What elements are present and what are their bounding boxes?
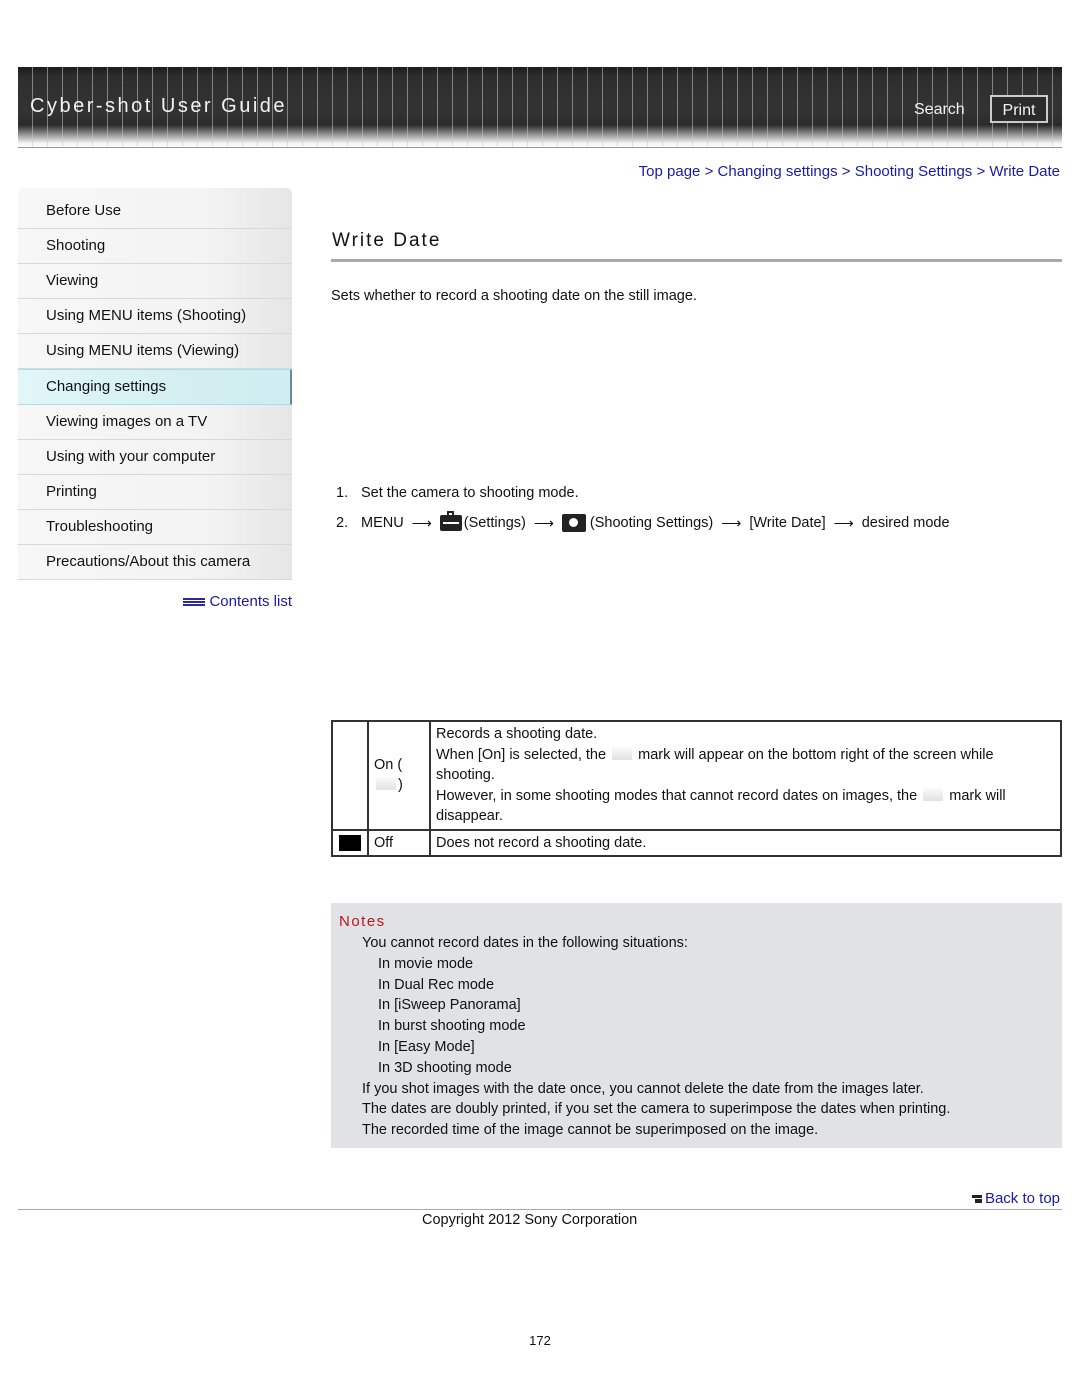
table-row-off: Off Does not record a shooting date.	[331, 828, 1062, 857]
date-mark-icon	[376, 777, 396, 791]
sidebar-item-precautions[interactable]: Precautions/About this camera	[18, 545, 292, 580]
procedure-steps: 1. Set the camera to shooting mode. 2. M…	[336, 478, 950, 538]
sidebar-item-printing[interactable]: Printing	[18, 475, 292, 510]
sidebar-item-changing-settings[interactable]: Changing settings	[18, 369, 292, 405]
arrow-right-icon: ⟶	[533, 514, 554, 531]
notes-intro: You cannot record dates in the following…	[362, 935, 688, 951]
step-2: 2. MENU ⟶ (Settings) ⟶ (Shooting Setting…	[336, 508, 950, 538]
option-description-off: Does not record a shooting date.	[429, 828, 1062, 857]
arrow-right-icon: ⟶	[411, 514, 432, 531]
toolbox-settings-icon	[439, 511, 462, 531]
sidebar-item-tv[interactable]: Viewing images on a TV	[18, 405, 292, 440]
page-title: Write Date	[332, 230, 442, 251]
breadcrumb-separator: >	[976, 163, 986, 180]
off-icon-cell	[331, 828, 369, 857]
guide-title: Cyber-shot User Guide	[30, 95, 288, 117]
sidebar-item-menu-shooting[interactable]: Using MENU items (Shooting)	[18, 299, 292, 334]
situation-item: In 3D shooting mode	[378, 1059, 512, 1076]
option-description-on: Records a shooting date. When [On] is se…	[429, 720, 1062, 831]
description-line: When [On] is selected, the	[436, 746, 607, 763]
option-name-text: )	[398, 777, 403, 794]
date-mark-icon	[923, 787, 944, 801]
sidebar-item-computer[interactable]: Using with your computer	[18, 440, 292, 475]
back-to-top-icon	[971, 1194, 982, 1204]
sidebar: Before Use Shooting Viewing Using MENU i…	[18, 188, 292, 610]
sidebar-item-troubleshooting[interactable]: Troubleshooting	[18, 510, 292, 545]
camera-settings-icon	[561, 514, 586, 532]
back-to-top-label: Back to top	[984, 1190, 1060, 1207]
option-name-on: On ( )	[367, 720, 431, 831]
search-link[interactable]: Search	[914, 101, 965, 119]
options-table: On ( ) Records a shooting date. When [On…	[331, 720, 1062, 857]
desired-mode-label: desired mode	[861, 515, 950, 531]
situation-item: In burst shooting mode	[378, 1018, 526, 1035]
table-row-on: On ( ) Records a shooting date. When [On…	[331, 720, 1062, 831]
situation-item: In movie mode	[378, 955, 474, 972]
settings-label: (Settings)	[463, 515, 526, 531]
copyright: Copyright 2012 Sony Corporation	[422, 1212, 638, 1228]
sidebar-item-before-use[interactable]: Before Use	[18, 188, 292, 229]
note-item: The dates are doubly printed, if you set…	[362, 1101, 951, 1118]
note-item: The recorded time of the image cannot be…	[362, 1122, 819, 1139]
back-to-top-link[interactable]: Back to top	[971, 1190, 1060, 1207]
off-mode-icon	[339, 834, 361, 851]
breadcrumb-top-page[interactable]: Top page	[639, 163, 701, 180]
sidebar-nav: Before Use Shooting Viewing Using MENU i…	[18, 188, 292, 580]
option-name-off: Off	[367, 828, 431, 857]
notes-list: You cannot record dates in the following…	[362, 933, 950, 1141]
breadcrumb-changing-settings[interactable]: Changing settings	[718, 163, 838, 180]
option-name-text: On (	[374, 756, 403, 773]
arrow-right-icon: ⟶	[833, 514, 854, 531]
list-icon	[183, 597, 206, 606]
note-item: If you shot images with the date once, y…	[362, 1080, 924, 1097]
arrow-right-icon: ⟶	[721, 514, 742, 531]
breadcrumb-separator: >	[704, 163, 714, 180]
title-divider	[331, 259, 1062, 262]
step-1: 1. Set the camera to shooting mode.	[336, 478, 950, 508]
page-number: 172	[529, 1333, 551, 1348]
shooting-settings-label: (Shooting Settings)	[589, 515, 714, 531]
sidebar-item-shooting[interactable]: Shooting	[18, 229, 292, 264]
situation-item: In Dual Rec mode	[378, 976, 495, 993]
breadcrumb-separator: >	[841, 163, 851, 180]
footer-divider	[18, 1209, 1062, 1210]
breadcrumb-shooting-settings[interactable]: Shooting Settings	[855, 163, 973, 180]
description-line: However, in some shooting modes that can…	[436, 787, 918, 804]
menu-label: MENU	[361, 515, 404, 531]
breadcrumb-write-date[interactable]: Write Date	[989, 163, 1060, 180]
date-mark-icon	[612, 746, 633, 760]
step-text: Set the camera to shooting mode.	[361, 485, 579, 501]
intro-text: Sets whether to record a shooting date o…	[331, 288, 697, 304]
step-number: 1.	[336, 485, 349, 501]
breadcrumb: Top page > Changing settings > Shooting …	[639, 163, 1060, 180]
situation-item: In [Easy Mode]	[378, 1038, 475, 1055]
situation-item: In [iSweep Panorama]	[378, 997, 521, 1014]
notes-title: Notes	[339, 913, 386, 930]
contents-list-label: Contents list	[209, 593, 292, 610]
description-line: Records a shooting date.	[436, 726, 598, 742]
sidebar-item-viewing[interactable]: Viewing	[18, 264, 292, 299]
page-header: Cyber-shot User Guide Search Print	[18, 67, 1062, 148]
contents-list-link[interactable]: Contents list	[183, 593, 292, 610]
step-number: 2.	[336, 515, 349, 531]
notes-box: Notes You cannot record dates in the fol…	[331, 903, 1062, 1148]
write-date-label: [Write Date]	[749, 515, 826, 531]
print-button[interactable]: Print	[990, 95, 1048, 123]
sidebar-item-menu-viewing[interactable]: Using MENU items (Viewing)	[18, 334, 292, 369]
on-icon-cell	[331, 720, 369, 831]
